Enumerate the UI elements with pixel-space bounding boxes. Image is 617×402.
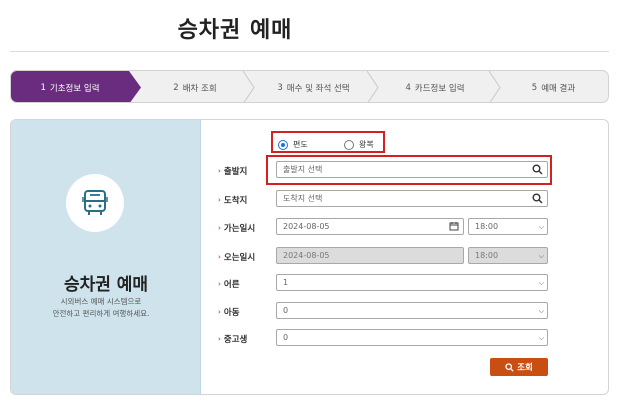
return-time-select: 18:00 ⌵ bbox=[468, 247, 548, 264]
student-label-text: 중고생 bbox=[223, 335, 248, 345]
return-date-value: 2024-08-05 bbox=[283, 251, 330, 260]
title-divider bbox=[10, 51, 609, 52]
step-2-number: 2 bbox=[173, 82, 179, 93]
step-5-number: 5 bbox=[531, 82, 538, 93]
adult-count-value: 1 bbox=[283, 278, 289, 287]
return-date-label-text: 오는일시 bbox=[223, 253, 256, 263]
child-count-value: 0 bbox=[283, 306, 289, 315]
chevron-down-icon: ⌵ bbox=[538, 334, 544, 342]
arrival-placeholder: 도착지 선택 bbox=[283, 194, 323, 203]
go-date-input[interactable]: 2024-08-05 bbox=[276, 218, 464, 235]
radio-one-way[interactable]: 편도 bbox=[278, 139, 308, 150]
chevron-down-icon: ⌵ bbox=[538, 279, 544, 287]
label-arrow-icon: › bbox=[218, 253, 221, 261]
step-3: 3 매수 및 좌석 선택 bbox=[251, 71, 376, 102]
radio-round-trip-dot[interactable] bbox=[344, 139, 354, 150]
chevron-down-icon: ⌵ bbox=[538, 223, 544, 231]
step-4-label: 카드정보 입력 bbox=[414, 83, 465, 94]
page-title: 승차권 예매 bbox=[177, 18, 293, 43]
chevron-down-icon: ⌵ bbox=[538, 252, 544, 260]
departure-label: › 출발지 bbox=[218, 165, 247, 177]
step-2: 2 배차 조회 bbox=[139, 71, 251, 102]
student-count-value: 0 bbox=[283, 333, 289, 342]
radio-one-way-dot[interactable] bbox=[278, 139, 288, 150]
radio-round-trip[interactable]: 왕복 bbox=[344, 139, 374, 150]
radio-round-trip-label: 왕복 bbox=[359, 140, 374, 149]
return-date-label: › 오는일시 bbox=[218, 251, 255, 263]
step-1-number: 1 bbox=[40, 82, 46, 93]
intro-desc-line-2: 안전하고 편리하게 여행하세요. bbox=[52, 309, 150, 318]
return-date-input: 2024-08-05 bbox=[276, 247, 464, 264]
go-date-label: › 가는일시 bbox=[218, 222, 255, 234]
step-5-label: 예매 결과 bbox=[541, 83, 576, 94]
search-button[interactable]: 조회 bbox=[490, 358, 548, 376]
step-2-label: 배차 조회 bbox=[182, 83, 217, 94]
search-icon bbox=[505, 362, 514, 372]
step-5: 5 예매 결과 bbox=[497, 71, 608, 102]
adult-count-select[interactable]: 1 ⌵ bbox=[276, 274, 548, 291]
bus-icon bbox=[82, 190, 108, 215]
radio-one-way-label: 편도 bbox=[293, 140, 308, 149]
label-arrow-icon: › bbox=[218, 224, 221, 232]
label-arrow-icon: › bbox=[218, 280, 221, 288]
departure-input[interactable]: 출발지 선택 bbox=[276, 161, 548, 178]
calendar-icon[interactable] bbox=[449, 221, 459, 231]
child-count-select[interactable]: 0 ⌵ bbox=[276, 302, 548, 319]
adult-label: › 어른 bbox=[218, 278, 240, 290]
arrival-label: › 도착지 bbox=[218, 194, 247, 206]
child-label-text: 아동 bbox=[223, 308, 240, 318]
go-date-label-text: 가는일시 bbox=[223, 224, 256, 234]
go-time-value: 18:00 bbox=[475, 222, 499, 231]
intro-title: 승차권 예매 bbox=[63, 275, 149, 295]
label-arrow-icon: › bbox=[218, 335, 221, 343]
step-1: 1 기초정보 입력 bbox=[11, 71, 129, 102]
intro-desc-line-1: 시외버스 예매 시스템으로 bbox=[60, 297, 142, 306]
step-4: 4 카드정보 입력 bbox=[375, 71, 495, 102]
label-arrow-icon: › bbox=[218, 167, 221, 175]
label-arrow-icon: › bbox=[218, 196, 221, 204]
go-time-select[interactable]: 18:00 ⌵ bbox=[468, 218, 548, 235]
departure-placeholder: 출발지 선택 bbox=[283, 165, 323, 174]
step-4-number: 4 bbox=[405, 82, 411, 93]
adult-label-text: 어른 bbox=[223, 280, 240, 290]
intro-panel: 승차권 예매 시외버스 예매 시스템으로 안전하고 편리하게 여행하세요. bbox=[11, 120, 201, 394]
student-label: › 중고생 bbox=[218, 333, 247, 345]
label-arrow-icon: › bbox=[218, 308, 221, 316]
search-icon[interactable] bbox=[532, 193, 543, 204]
progress-stepper: 1 기초정보 입력 2 배차 조회 3 매수 및 좌석 선택 4 카드정보 입력… bbox=[10, 70, 609, 103]
chevron-down-icon: ⌵ bbox=[538, 307, 544, 315]
student-count-select[interactable]: 0 ⌵ bbox=[276, 329, 548, 346]
go-date-value: 2024-08-05 bbox=[283, 222, 330, 231]
search-icon[interactable] bbox=[532, 164, 543, 175]
step-1-label: 기초정보 입력 bbox=[49, 83, 100, 94]
intro-description: 시외버스 예매 시스템으로 안전하고 편리하게 여행하세요. bbox=[11, 296, 191, 320]
child-label: › 아동 bbox=[218, 306, 240, 318]
step-3-number: 3 bbox=[277, 82, 283, 93]
return-time-value: 18:00 bbox=[475, 251, 499, 260]
arrival-input[interactable]: 도착지 선택 bbox=[276, 190, 548, 207]
search-button-label: 조회 bbox=[517, 363, 533, 373]
step-3-label: 매수 및 좌석 선택 bbox=[286, 83, 350, 94]
arrival-label-text: 도착지 bbox=[223, 196, 248, 206]
bus-icon-circle bbox=[66, 174, 124, 232]
departure-label-text: 출발지 bbox=[223, 167, 248, 177]
